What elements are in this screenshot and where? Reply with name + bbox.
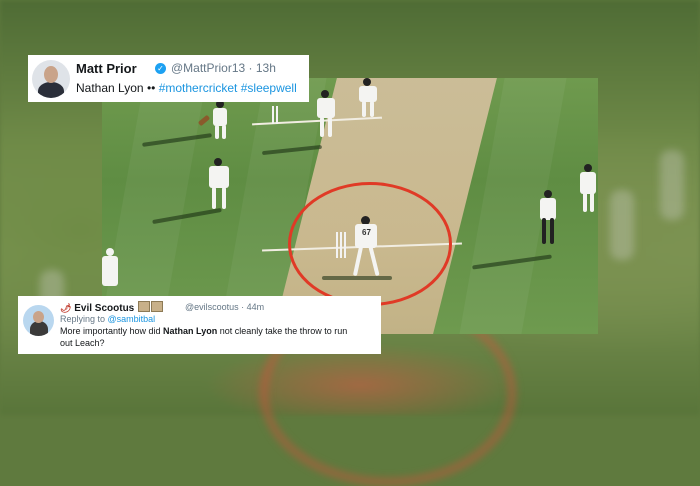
- tweet-text-line2: out Leach?: [60, 338, 105, 348]
- tweet-card-evil-scootus[interactable]: 🌶 Evil Scootus @evilscootus · 44m Replyi…: [18, 296, 381, 354]
- avatar[interactable]: [23, 305, 54, 336]
- chili-icon: 🌶: [60, 303, 72, 313]
- emoji: ••: [146, 81, 156, 95]
- author-name[interactable]: Matt Prior: [76, 61, 137, 76]
- author-handle[interactable]: @MattPrior13 · 13h: [171, 61, 276, 75]
- handle-text: @evilscootus: [185, 302, 239, 312]
- replying-to: Replying to @sambitbal: [60, 314, 155, 324]
- tweet-text-line1: More importantly how did Nathan Lyon not…: [60, 326, 347, 336]
- reply-handle-link[interactable]: @sambitbal: [108, 314, 156, 324]
- verified-icon: ✓: [155, 63, 166, 74]
- blurred-player: [610, 190, 634, 260]
- avatar[interactable]: [32, 60, 70, 98]
- stump: [272, 106, 274, 124]
- author-handle[interactable]: @evilscootus · 44m: [185, 302, 264, 312]
- tweet-card-matt-prior[interactable]: Matt Prior ✓ @MattPrior13 · 13h Nathan L…: [28, 55, 309, 102]
- author-name-row[interactable]: 🌶 Evil Scootus: [60, 301, 164, 314]
- scroll-emoji-icon: [151, 301, 164, 312]
- tweet-text: Nathan Lyon •• #mothercricket #sleepwell: [76, 81, 297, 95]
- reply-prefix: Replying to: [60, 314, 108, 324]
- bold-name: Nathan Lyon: [163, 326, 218, 336]
- tweet-text-prefix: Nathan Lyon: [76, 81, 147, 95]
- handle-text: @MattPrior13: [171, 61, 246, 75]
- stump: [276, 106, 278, 124]
- text-part: not cleanly take the throw to run: [217, 326, 348, 336]
- scroll-emoji-icon: [138, 301, 151, 312]
- blurred-player: [660, 150, 684, 220]
- text-part: More importantly how did: [60, 326, 164, 336]
- author-name: Evil Scootus: [74, 303, 135, 314]
- timestamp: 44m: [246, 302, 265, 312]
- highlight-circle: [288, 182, 452, 306]
- timestamp: 13h: [255, 61, 276, 75]
- hashtags[interactable]: #mothercricket #sleepwell: [159, 81, 297, 95]
